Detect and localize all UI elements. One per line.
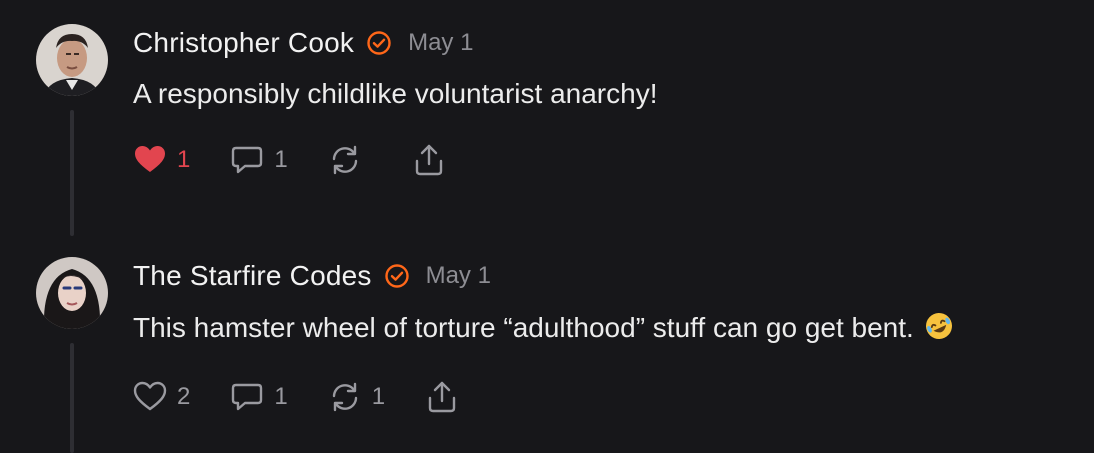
reply-button[interactable]: 1 [230,380,288,414]
rolling-on-floor-laughing-emoji [925,313,952,339]
comment-item: The Starfire Codes May 1 This hamster wh… [0,233,1094,453]
reply-count: 1 [274,146,288,173]
comment-body: This hamster wheel of torture “adulthood… [133,311,954,344]
comment-date[interactable]: May 1 [408,29,473,57]
comment-bubble-icon [232,146,263,174]
comment-actions: 2 1 1 [133,380,499,414]
comment-bubble-icon [232,383,263,411]
restack-button[interactable] [328,143,372,177]
like-button[interactable]: 2 [133,380,190,414]
share-icon [415,144,442,176]
share-icon [428,381,456,413]
avatar-man-icon [36,24,108,96]
verified-badge-icon [367,31,391,55]
restack-count: 1 [371,383,386,410]
comment-body: A responsibly childlike voluntarist anar… [133,78,658,109]
avatar-woman-icon [36,257,108,329]
thread-line [70,343,74,453]
comment-header: Christopher Cook May 1 [133,27,473,59]
restack-button[interactable]: 1 [328,380,385,414]
comment-date[interactable]: May 1 [426,262,491,290]
share-button[interactable] [412,143,446,177]
heart-outline-icon [133,381,167,411]
thread-line [70,110,74,236]
like-button[interactable]: 1 [133,143,190,177]
comment-actions: 1 1 [133,143,486,177]
comment-header: The Starfire Codes May 1 [133,260,491,292]
author-name[interactable]: Christopher Cook [133,27,354,59]
like-count: 2 [177,383,191,410]
restack-icon [332,145,357,175]
author-avatar[interactable] [36,257,108,329]
author-avatar[interactable] [36,24,108,96]
verified-badge-icon [384,264,409,288]
restack-icon [332,382,357,412]
reply-count: 1 [274,383,288,410]
like-count: 1 [177,146,191,173]
heart-filled-icon [135,146,165,172]
author-name[interactable]: The Starfire Codes [133,260,372,292]
comment-body-text: This hamster wheel of torture “adulthood… [133,312,914,343]
comment-item: Christopher Cook May 1 A responsibly chi… [0,0,1094,236]
reply-button[interactable]: 1 [230,143,288,177]
share-button[interactable] [425,380,459,414]
